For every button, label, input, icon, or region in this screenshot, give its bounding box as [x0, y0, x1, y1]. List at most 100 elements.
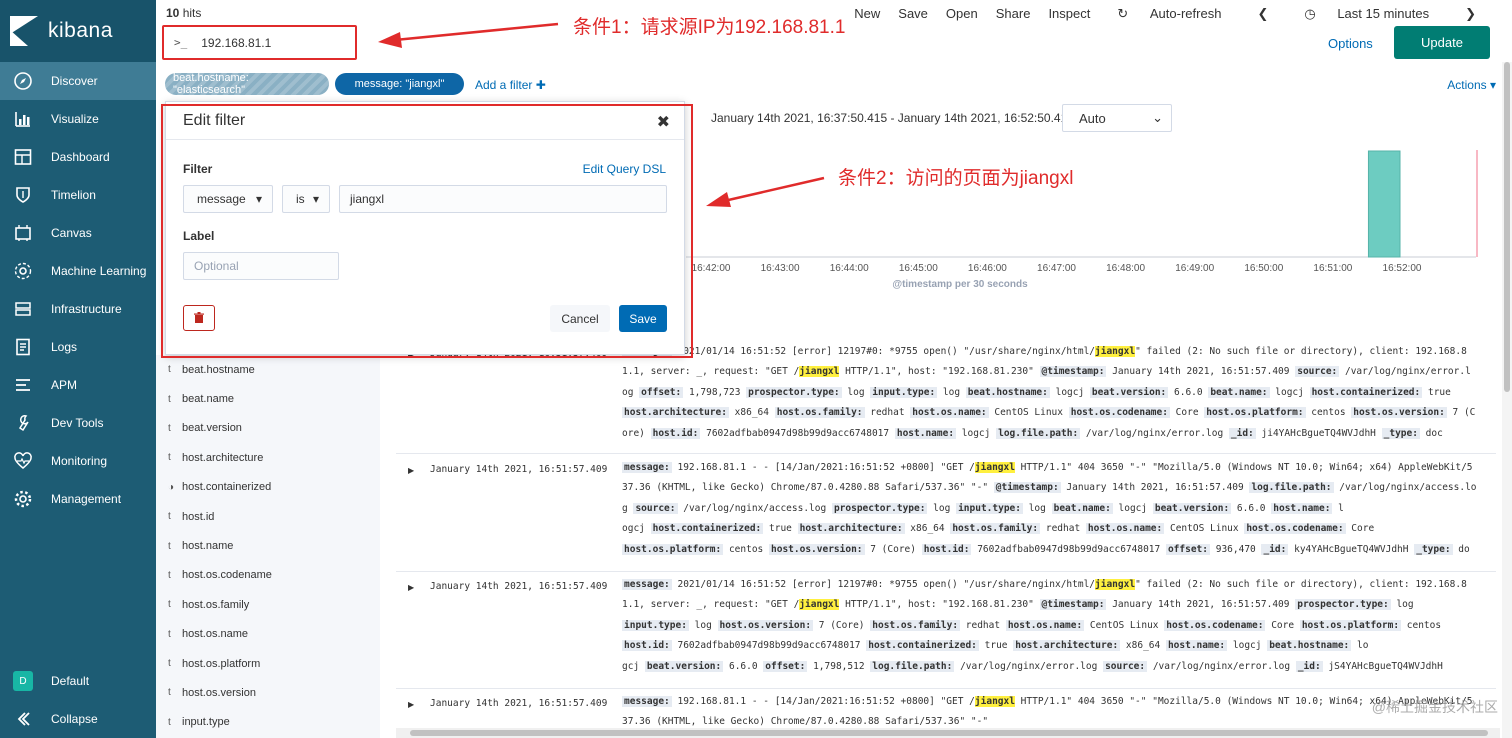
cancel-button[interactable]: Cancel [550, 305, 610, 332]
nav-item-apm[interactable]: APM [0, 366, 156, 404]
nav-item-machine-learning[interactable]: Machine Learning [0, 252, 156, 290]
table-row: ▶January 14th 2021, 16:51:57.409message:… [396, 340, 1496, 454]
close-icon[interactable]: ✖ [657, 112, 670, 132]
doc-field-value: 1.1, server: _, request: "GET / [622, 599, 800, 611]
doc-field-value: /var/log/nginx/access.log [677, 502, 832, 514]
filter-pill-disabled[interactable]: beat.hostname: "elasticsearch" [165, 72, 329, 96]
save-button[interactable]: Save [619, 305, 667, 332]
kibana-logo[interactable]: kibana [0, 0, 156, 62]
delete-filter-button[interactable] [183, 305, 215, 331]
add-filter-link[interactable]: Add a filter ✚ [475, 78, 546, 92]
nav-item-monitoring[interactable]: Monitoring [0, 442, 156, 480]
interval-select[interactable]: Auto ⌄ [1062, 104, 1172, 132]
field-list-item[interactable]: t host.name [156, 531, 380, 560]
expand-caret-icon[interactable]: ▶ [408, 700, 414, 709]
doc-field-key: source: [633, 502, 678, 514]
collapse-button[interactable]: Collapse [0, 700, 156, 738]
field-list-item[interactable]: t host.id [156, 502, 380, 531]
field-list-item[interactable]: t beat.name [156, 384, 380, 413]
hits-count: 10 hits [166, 6, 202, 20]
space-label: Default [51, 674, 90, 688]
doc-timestamp: January 14th 2021, 16:51:57.409 [430, 698, 608, 709]
nav-item-infrastructure[interactable]: Infrastructure [0, 290, 156, 328]
space-selector[interactable]: D Default [0, 662, 156, 700]
doc-field-key: log.file.path: [870, 660, 955, 672]
options-link[interactable]: Options [1328, 36, 1373, 51]
new-button[interactable]: New [845, 4, 889, 24]
field-list-item[interactable]: t host.os.family [156, 590, 380, 619]
doc-field-key: host.id: [622, 640, 672, 652]
share-button[interactable]: Share [987, 4, 1040, 24]
prev-time-button[interactable]: ❮ [1239, 4, 1286, 24]
filter-pill-active[interactable]: message: "jiangxl" [335, 73, 464, 95]
field-list-item[interactable]: t beat.version [156, 414, 380, 443]
histogram-tick-label: 16:42:00 [692, 263, 731, 274]
custom-label-input[interactable]: Optional [183, 252, 339, 280]
doc-source-line: g source: /var/log/nginx/access.log pros… [622, 499, 1480, 519]
doc-field-key: host.name: [1165, 640, 1228, 652]
time-picker[interactable]: ◷ Last 15 minutes [1286, 4, 1447, 24]
doc-field-value: log [688, 619, 718, 631]
field-name: beat.hostname [182, 363, 255, 376]
nav-item-dev-tools[interactable]: Dev Tools [0, 404, 156, 442]
doc-field-value: logcj [1112, 502, 1153, 514]
operator-select[interactable]: is ▾ [282, 185, 330, 213]
vertical-scrollbar[interactable] [1502, 62, 1512, 738]
histogram-tick-label: 16:49:00 [1175, 263, 1214, 274]
field-list-item[interactable]: t host.os.version [156, 678, 380, 707]
doc-source: message: 2021/01/14 16:51:52 [error] 121… [622, 575, 1480, 677]
edit-query-dsl-link[interactable]: Edit Query DSL [583, 162, 666, 176]
doc-field-value: centos [1401, 619, 1442, 631]
field-list-item[interactable]: t input.type [156, 708, 380, 737]
expand-caret-icon[interactable]: ▶ [408, 583, 414, 592]
doc-source-line: gcj beat.version: 6.6.0 offset: 1,798,51… [622, 657, 1480, 677]
filter-value-input[interactable]: jiangxl [339, 185, 667, 213]
update-button[interactable]: Update [1394, 26, 1490, 59]
doc-field-key: host.containerized: [866, 640, 979, 652]
histogram-tick-label: 16:48:00 [1106, 263, 1145, 274]
search-input[interactable]: >_ 192.168.81.1 [162, 25, 357, 60]
open-button[interactable]: Open [937, 4, 987, 24]
histogram-tick-label: 16:43:00 [761, 263, 800, 274]
nav-item-visualize[interactable]: Visualize [0, 100, 156, 138]
horizontal-scrollbar[interactable] [396, 728, 1500, 738]
field-select[interactable]: message ▾ [183, 185, 273, 213]
list-icon [12, 374, 34, 396]
nav-item-discover[interactable]: Discover [0, 62, 156, 100]
doc-source-line: host.os.platform: centos host.os.version… [622, 540, 1480, 560]
actions-link[interactable]: Actions ▾ [1447, 78, 1496, 92]
inspect-button[interactable]: Inspect [1039, 4, 1099, 24]
histogram-bar[interactable] [1367, 150, 1401, 258]
expand-caret-icon[interactable]: ▶ [408, 466, 414, 475]
field-list-item[interactable]: t host.os.platform [156, 649, 380, 678]
document-table: ▶ January 14th 2021, 16:51:57.409 message:… [396, 340, 1500, 738]
field-list-item[interactable]: t host.os.codename [156, 561, 380, 590]
field-list-item[interactable]: t beat.hostname [156, 355, 380, 384]
nav-item-dashboard[interactable]: Dashboard [0, 138, 156, 176]
caret-down-icon: ▾ [255, 192, 262, 206]
doc-field-value: /var/log/nginx/error.log [1080, 427, 1229, 439]
nav-item-logs[interactable]: Logs [0, 328, 156, 366]
doc-timestamp: January 14th 2021, 16:51:57.409 [430, 581, 608, 592]
nav-item-canvas[interactable]: Canvas [0, 214, 156, 252]
refresh-icon: ↻ [1117, 6, 1129, 21]
field-name: host.os.family [182, 598, 250, 611]
nav-item-timelion[interactable]: Timelion [0, 176, 156, 214]
field-list-item[interactable]: t host.os.name [156, 620, 380, 649]
doc-field-value: x86_64 [904, 523, 951, 535]
doc-field-key: host.id: [650, 427, 701, 439]
doc-field-value: Core [1345, 523, 1375, 535]
field-name: host.containerized [182, 481, 272, 494]
field-list-item[interactable]: t host.architecture [156, 443, 380, 472]
next-time-button[interactable]: ❯ [1447, 4, 1494, 24]
doc-field-key: source: [1103, 660, 1148, 672]
time-range-label: January 14th 2021, 16:37:50.415 - Januar… [711, 111, 1090, 125]
doc-field-key: beat.hostname: [1267, 640, 1352, 652]
nav-item-management[interactable]: Management [0, 480, 156, 518]
save-search-button[interactable]: Save [889, 4, 937, 24]
doc-source-line: message: 192.168.81.1 - - [14/Jan/2021:1… [622, 692, 1480, 712]
doc-field-key: _id: [1261, 543, 1289, 555]
auto-refresh-button[interactable]: ↻ Auto-refresh [1099, 4, 1239, 24]
doc-source-line: host.id: 7602adfbab0947d98b99d9acc674801… [622, 636, 1480, 656]
field-list-item[interactable]: ◑ host.containerized [156, 473, 380, 502]
